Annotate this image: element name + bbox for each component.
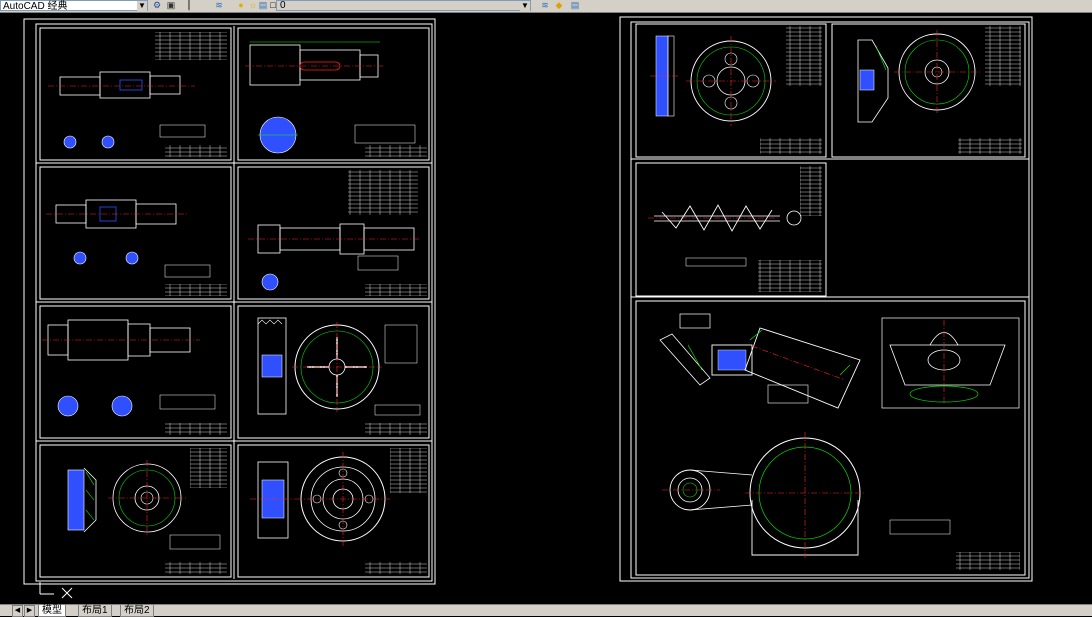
tab-model[interactable]: 模型 bbox=[38, 605, 66, 617]
bevel-gear-drawing bbox=[857, 26, 1022, 154]
chevron-down-icon[interactable]: ▼ bbox=[520, 1, 530, 11]
tab-layout1[interactable]: 布局1 bbox=[78, 605, 112, 617]
layer-previous-icon[interactable]: ▤ bbox=[570, 1, 580, 10]
flange-drawing bbox=[250, 448, 427, 574]
shaft-drawing-5 bbox=[42, 319, 227, 435]
layer-state-icon[interactable]: ≋ bbox=[540, 1, 550, 10]
screw-conveyor-drawing bbox=[648, 166, 822, 292]
lock-icon[interactable]: ▤ bbox=[258, 1, 268, 10]
right-drawing-sheet bbox=[619, 16, 1033, 582]
drawing-canvas[interactable] bbox=[0, 12, 1092, 604]
layout-tab-bar: ◀ ▶ 模型 布局1 布局2 bbox=[0, 604, 1092, 617]
chevron-down-icon[interactable]: ▼ bbox=[137, 1, 147, 11]
layer-properties-icon[interactable]: ≋ bbox=[214, 1, 224, 10]
sun-icon[interactable]: ☼ bbox=[248, 1, 258, 10]
shaft-drawing-3 bbox=[46, 199, 227, 296]
gear-drawing-2 bbox=[650, 26, 822, 154]
workspace-dropdown[interactable]: AutoCAD 经典 ▼ bbox=[0, 0, 148, 12]
shaft-drawing-4 bbox=[248, 170, 427, 296]
gear-drawing-1 bbox=[67, 448, 227, 574]
layer-isolate-icon[interactable]: ◆ bbox=[554, 1, 564, 10]
shaft-drawing-2 bbox=[245, 41, 427, 157]
next-tab-icon[interactable]: ▶ bbox=[24, 605, 35, 617]
toolbar-lock-icon[interactable]: ▣ bbox=[166, 1, 176, 10]
model-space-canvas[interactable] bbox=[0, 12, 1092, 604]
assembly-drawing bbox=[659, 313, 1020, 570]
workspace-settings-icon[interactable]: ⚙ bbox=[152, 1, 162, 10]
lightbulb-icon[interactable]: ● bbox=[236, 1, 246, 10]
workspace-value: AutoCAD 经典 bbox=[3, 1, 68, 12]
pulley-drawing bbox=[257, 317, 427, 435]
shaft-drawing-1 bbox=[48, 32, 227, 157]
layer-dropdown[interactable]: ▼ bbox=[276, 0, 531, 11]
toolbar-separator: ┃ bbox=[186, 0, 192, 10]
tab-layout2[interactable]: 布局2 bbox=[120, 605, 154, 617]
first-tab-icon[interactable]: ◀ bbox=[12, 605, 23, 617]
